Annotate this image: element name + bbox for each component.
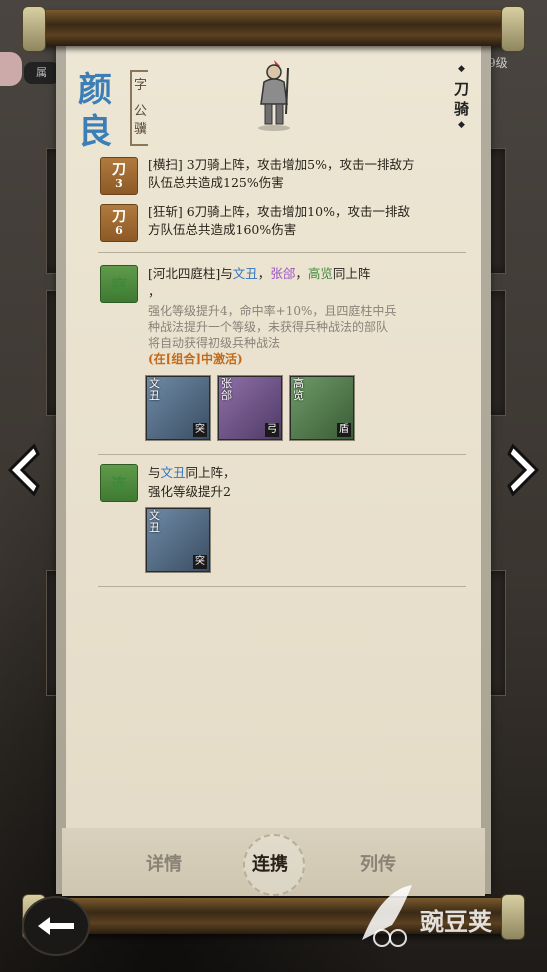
card-name: 张郃 — [221, 377, 232, 402]
skill-badge-char: 刀 — [112, 162, 126, 178]
general-name-char: 良 — [78, 112, 112, 152]
courtesy-prefix: 字 — [134, 78, 148, 93]
paper-edge-shadow — [56, 44, 66, 894]
bond-with: 与 — [220, 266, 233, 281]
separator: ， — [295, 266, 308, 281]
card-name: 高览 — [293, 377, 304, 402]
general-portrait — [258, 60, 290, 131]
bond-desc-line: 强化等级提升2 — [148, 484, 231, 499]
bond-with: 与 — [148, 465, 161, 480]
bond-activation-note: (在[组合]中激活) — [148, 352, 243, 366]
bond-general-link[interactable]: 张郃 — [270, 266, 295, 281]
arrow-left-icon — [38, 917, 74, 935]
diamond-ornament: ◆ — [458, 120, 465, 130]
bond-title-line: [河北四庭柱]与文丑，张郃，高览同上阵 — [148, 265, 370, 283]
card-unit-type: 突 — [193, 555, 207, 569]
back-button[interactable] — [22, 896, 90, 956]
section-divider — [98, 586, 466, 587]
bond-general-link[interactable]: 高览 — [308, 266, 333, 281]
watermark-text: 豌豆荚 — [420, 908, 492, 936]
general-card-wenchou[interactable]: 文丑 突 — [146, 508, 210, 572]
tab-details[interactable]: 详情 — [146, 850, 182, 876]
card-name: 文丑 — [149, 509, 160, 534]
general-card-zhanghe[interactable]: 张郃 弓 — [218, 376, 282, 440]
skill-badge: 刀 3 — [100, 157, 138, 195]
card-unit-type: 突 — [193, 423, 207, 437]
section-divider — [98, 454, 466, 455]
tab-biography[interactable]: 列传 — [360, 850, 396, 876]
next-general-button[interactable] — [503, 440, 547, 500]
skill-badge-num: 6 — [115, 224, 123, 237]
bond-badge: 庭 — [100, 265, 138, 303]
separator: ， — [257, 266, 271, 281]
skill-text-line: [狂斩] 6刀骑上阵，攻击增加10%，攻击一排敌 — [148, 204, 410, 219]
chevron-right-icon — [507, 443, 540, 497]
card-unit-type: 弓 — [265, 423, 279, 437]
section-divider — [98, 252, 466, 253]
bond-suffix: 同上阵 — [332, 266, 371, 281]
rod-end-cap — [22, 6, 46, 52]
general-card-wenchou[interactable]: 文丑 突 — [146, 376, 210, 440]
bond-title: [河北四庭柱] — [148, 266, 221, 281]
card-name: 文丑 — [149, 377, 160, 402]
general-card-gaolan[interactable]: 高览 盾 — [290, 376, 354, 440]
bond-title-line: 与文丑同上阵， — [148, 464, 236, 482]
paper-edge-shadow — [481, 44, 491, 894]
tab-bonds[interactable]: 连携 — [252, 850, 288, 876]
courtesy-name-char: 骥 — [134, 122, 148, 137]
diamond-ornament: ◆ — [458, 64, 465, 74]
courtesy-name-char: 公 — [134, 104, 148, 119]
bond-general-link[interactable]: 文丑 — [233, 266, 258, 281]
prev-general-button[interactable] — [0, 440, 44, 500]
unit-type-char: 刀 — [454, 80, 470, 98]
bond-general-link[interactable]: 文丑 — [161, 465, 186, 480]
skill-badge-num: 3 — [115, 177, 123, 190]
skill-badge-char: 刀 — [112, 209, 126, 225]
chevron-left-icon — [7, 443, 40, 497]
skill-text-line: 队伍总共造成125%伤害 — [148, 175, 284, 190]
unit-type-char: 骑 — [454, 100, 470, 118]
player-avatar[interactable] — [0, 52, 22, 86]
skill-badge: 刀 6 — [100, 204, 138, 242]
card-unit-type: 盾 — [337, 423, 351, 437]
skill-text-line: [横扫] 3刀骑上阵，攻击增加5%，攻击一排敌方 — [148, 157, 415, 172]
skill-text-line: 方队伍总共造成160%伤害 — [148, 222, 297, 237]
rod-end-cap — [501, 6, 525, 52]
bond-trailing: ， — [148, 284, 161, 299]
top-left-tag: 属 — [24, 62, 60, 84]
bond-suffix: 同上阵， — [185, 465, 236, 480]
bond-badge: 连 — [100, 464, 138, 502]
scroll-top-rod — [22, 6, 525, 52]
